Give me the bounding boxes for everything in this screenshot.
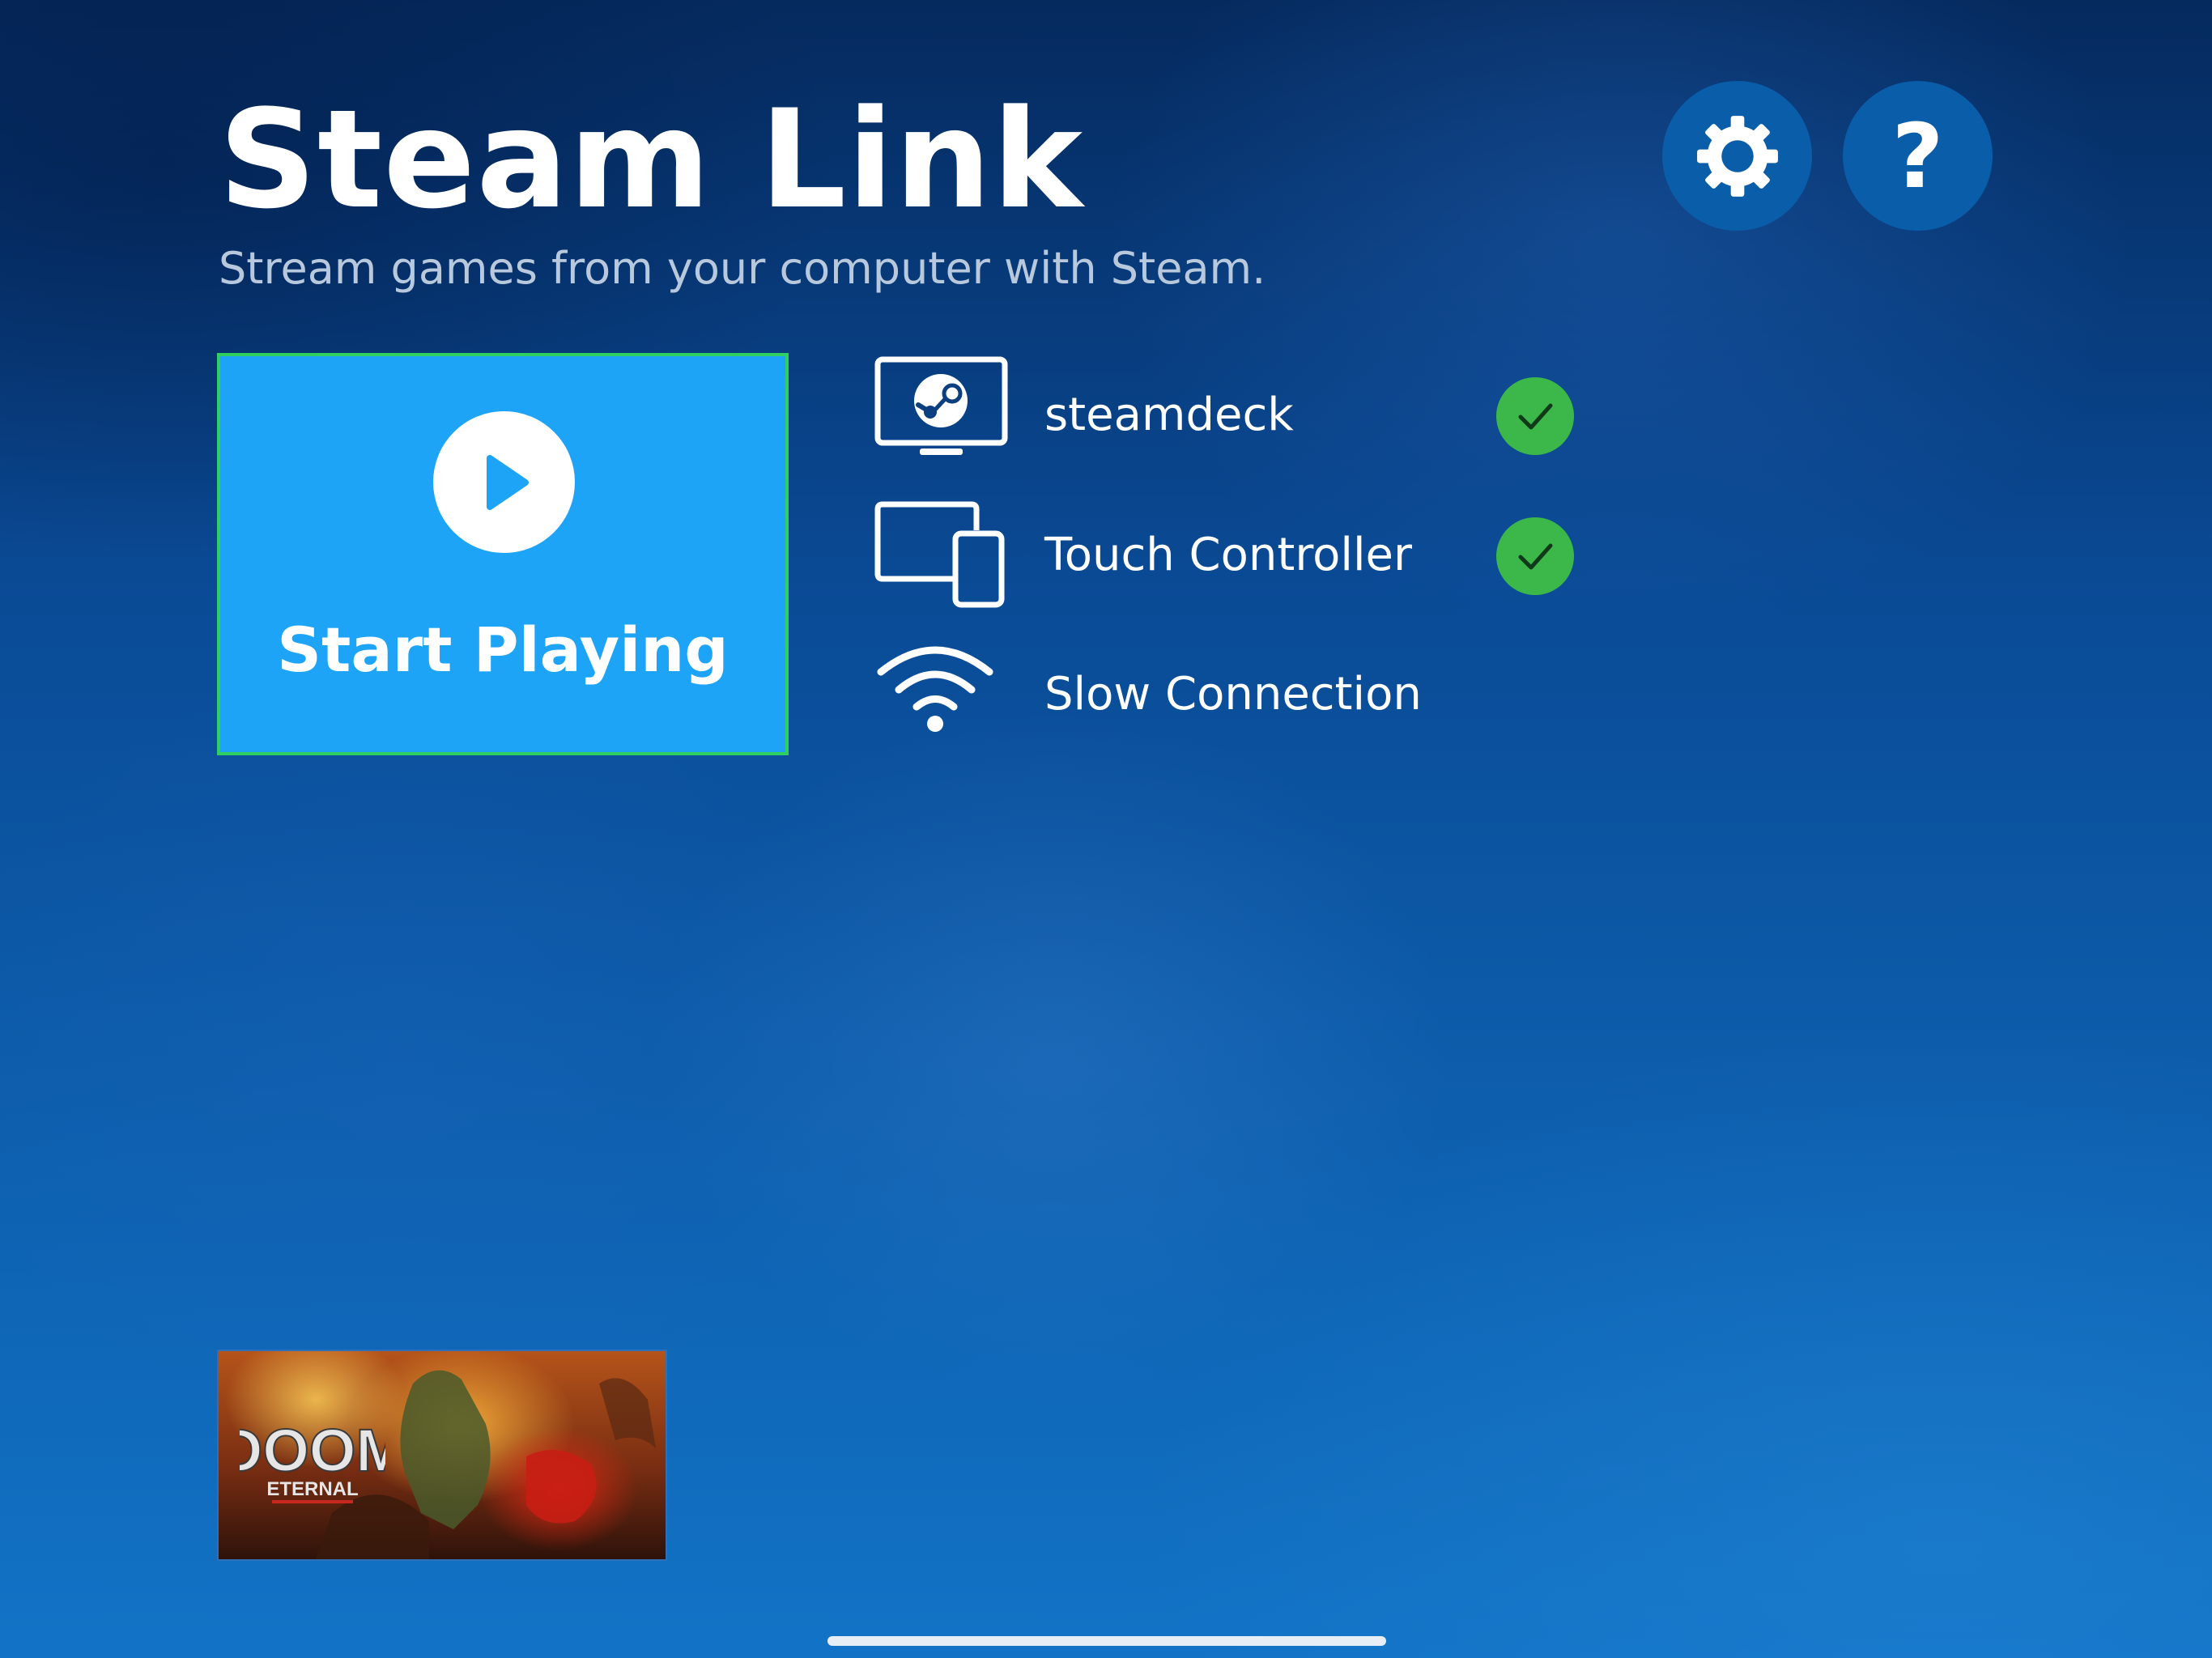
page-title: Steam Link <box>219 80 1084 239</box>
home-indicator[interactable] <box>827 1636 1386 1646</box>
wifi-icon <box>877 646 993 732</box>
status-host[interactable]: steamdeck <box>874 356 1603 470</box>
game-logo: DOOM ETERNAL <box>240 1416 385 1503</box>
start-playing-label: Start Playing <box>277 614 729 686</box>
network-label: Slow Connection <box>1044 668 1422 721</box>
monitor-steam-icon <box>874 356 1008 455</box>
question-mark-icon: ? <box>1891 104 1944 208</box>
check-icon <box>1496 377 1574 455</box>
svg-text:DOOM: DOOM <box>240 1417 385 1484</box>
recent-game-thumbnail[interactable]: DOOM ETERNAL <box>217 1350 667 1561</box>
page-subtitle: Stream games from your computer with Ste… <box>219 243 1266 294</box>
host-label: steamdeck <box>1044 389 1294 441</box>
status-controller[interactable]: Touch Controller <box>874 498 1603 611</box>
controller-label: Touch Controller <box>1044 529 1412 581</box>
check-icon <box>1496 517 1574 595</box>
gear-icon <box>1696 115 1778 197</box>
start-playing-button[interactable]: Start Playing <box>217 353 789 755</box>
svg-text:ETERNAL: ETERNAL <box>266 1478 358 1500</box>
settings-button[interactable] <box>1662 81 1812 231</box>
help-button[interactable]: ? <box>1843 81 1993 231</box>
devices-icon <box>874 501 1005 608</box>
status-network[interactable]: Slow Connection <box>874 640 1603 753</box>
play-icon <box>433 411 575 553</box>
